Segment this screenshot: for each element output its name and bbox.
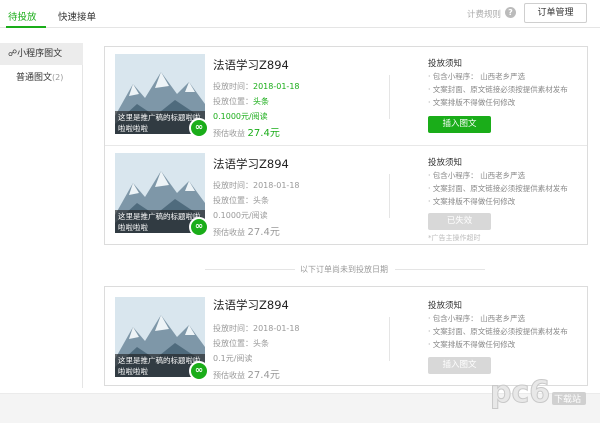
top-tab-bar: 待投放 快速接单 计费规则 ? 订单管理: [0, 0, 600, 28]
publish-time: 投放时间：2018-01-18: [213, 82, 300, 91]
publish-time: 投放时间：2018-01-18: [213, 181, 300, 190]
sidebar-item-label: 普通图文: [16, 73, 53, 83]
publish-position: 投放位置：头条: [213, 196, 269, 205]
order-row: 这里是推广稿的标题啦啦啦啦啦啦 ∞ 法语学习Z894 投放时间：2018-01-…: [105, 145, 587, 242]
notice-item: · 包含小程序： 山西老乡严选: [428, 72, 526, 81]
expired-button[interactable]: 已失效: [428, 213, 491, 230]
active-tab-indicator: [6, 26, 46, 28]
miniprogram-link-icon: ∞: [189, 217, 209, 237]
tab-pending[interactable]: 待投放: [8, 9, 37, 23]
miniprogram-link-icon: ∞: [189, 361, 209, 381]
price-per-read: 0.1元/阅读: [213, 354, 253, 363]
notice-item: · 文案封面、原文链接必须按提供素材发布: [428, 85, 568, 94]
miniprogram-link-icon: ∞: [189, 118, 209, 138]
insert-article-button[interactable]: 插入图文: [428, 357, 491, 374]
sidebar-item-label: 小程序图文: [17, 49, 63, 59]
notice-item: · 包含小程序： 山西老乡严选: [428, 171, 526, 180]
section-divider-right: [395, 269, 485, 270]
site-watermark: pc6 下载站: [488, 368, 588, 412]
sidebar-item-normal-article[interactable]: 普通图文(2): [0, 67, 83, 89]
pc6-logo-icon: pc6 下载站: [490, 375, 586, 411]
article-title: 法语学习Z894: [213, 298, 289, 312]
insert-article-button[interactable]: 插入图文: [428, 116, 491, 133]
notice-item: · 文案排版不得做任何修改: [428, 197, 516, 206]
order-manage-button[interactable]: 订单管理: [524, 3, 587, 23]
billing-rules-link[interactable]: 计费规则: [467, 8, 501, 20]
timeout-note: *广告主操作超时: [428, 234, 481, 242]
notice-item: · 文案排版不得做任何修改: [428, 98, 516, 107]
vertical-divider: [389, 317, 390, 361]
article-title: 法语学习Z894: [213, 58, 289, 72]
publish-time: 投放时间：2018-01-18: [213, 324, 300, 333]
watermark-brand: pc6: [490, 375, 550, 410]
notice-item: · 包含小程序： 山西老乡严选: [428, 314, 526, 323]
help-icon[interactable]: ?: [505, 7, 516, 18]
order-row: 这里是推广稿的标题啦啦啦啦啦啦 ∞ 法语学习Z894 投放时间：2018-01-…: [105, 47, 587, 143]
section-divider-left: [205, 269, 295, 270]
vertical-divider: [389, 174, 390, 218]
estimated-earnings: 预估收益 27.4元: [213, 227, 280, 238]
price-per-read: 0.1000元/阅读: [213, 211, 268, 220]
estimated-earnings: 预估收益 27.4元: [213, 128, 280, 139]
tab-quick-order[interactable]: 快速接单: [58, 9, 96, 23]
watermark-sub: 下载站: [554, 393, 581, 405]
notice-item: · 文案排版不得做任何修改: [428, 340, 516, 349]
link-icon: ☍: [8, 49, 18, 59]
sidebar: ☍小程序图文 普通图文(2): [0, 43, 83, 388]
publish-position: 投放位置：头条: [213, 97, 269, 106]
vertical-divider: [389, 75, 390, 119]
order-card-group: 这里是推广稿的标题啦啦啦啦啦啦 ∞ 法语学习Z894 投放时间：2018-01-…: [104, 46, 588, 245]
publish-position: 投放位置：头条: [213, 339, 269, 348]
notice-item: · 文案封面、原文链接必须按提供素材发布: [428, 327, 568, 336]
sidebar-item-count: (2): [52, 73, 64, 82]
sidebar-item-miniprogram-article[interactable]: ☍小程序图文: [0, 43, 83, 65]
notice-title: 投放须知: [428, 59, 463, 69]
notice-title: 投放须知: [428, 301, 463, 311]
estimated-earnings: 预估收益 27.4元: [213, 370, 280, 381]
article-title: 法语学习Z894: [213, 157, 289, 171]
price-per-read: 0.1000元/阅读: [213, 112, 268, 121]
notice-title: 投放须知: [428, 158, 463, 168]
section-divider-text: 以下订单尚未到投放日期: [300, 265, 388, 274]
notice-item: · 文案封面、原文链接必须按提供素材发布: [428, 184, 568, 193]
